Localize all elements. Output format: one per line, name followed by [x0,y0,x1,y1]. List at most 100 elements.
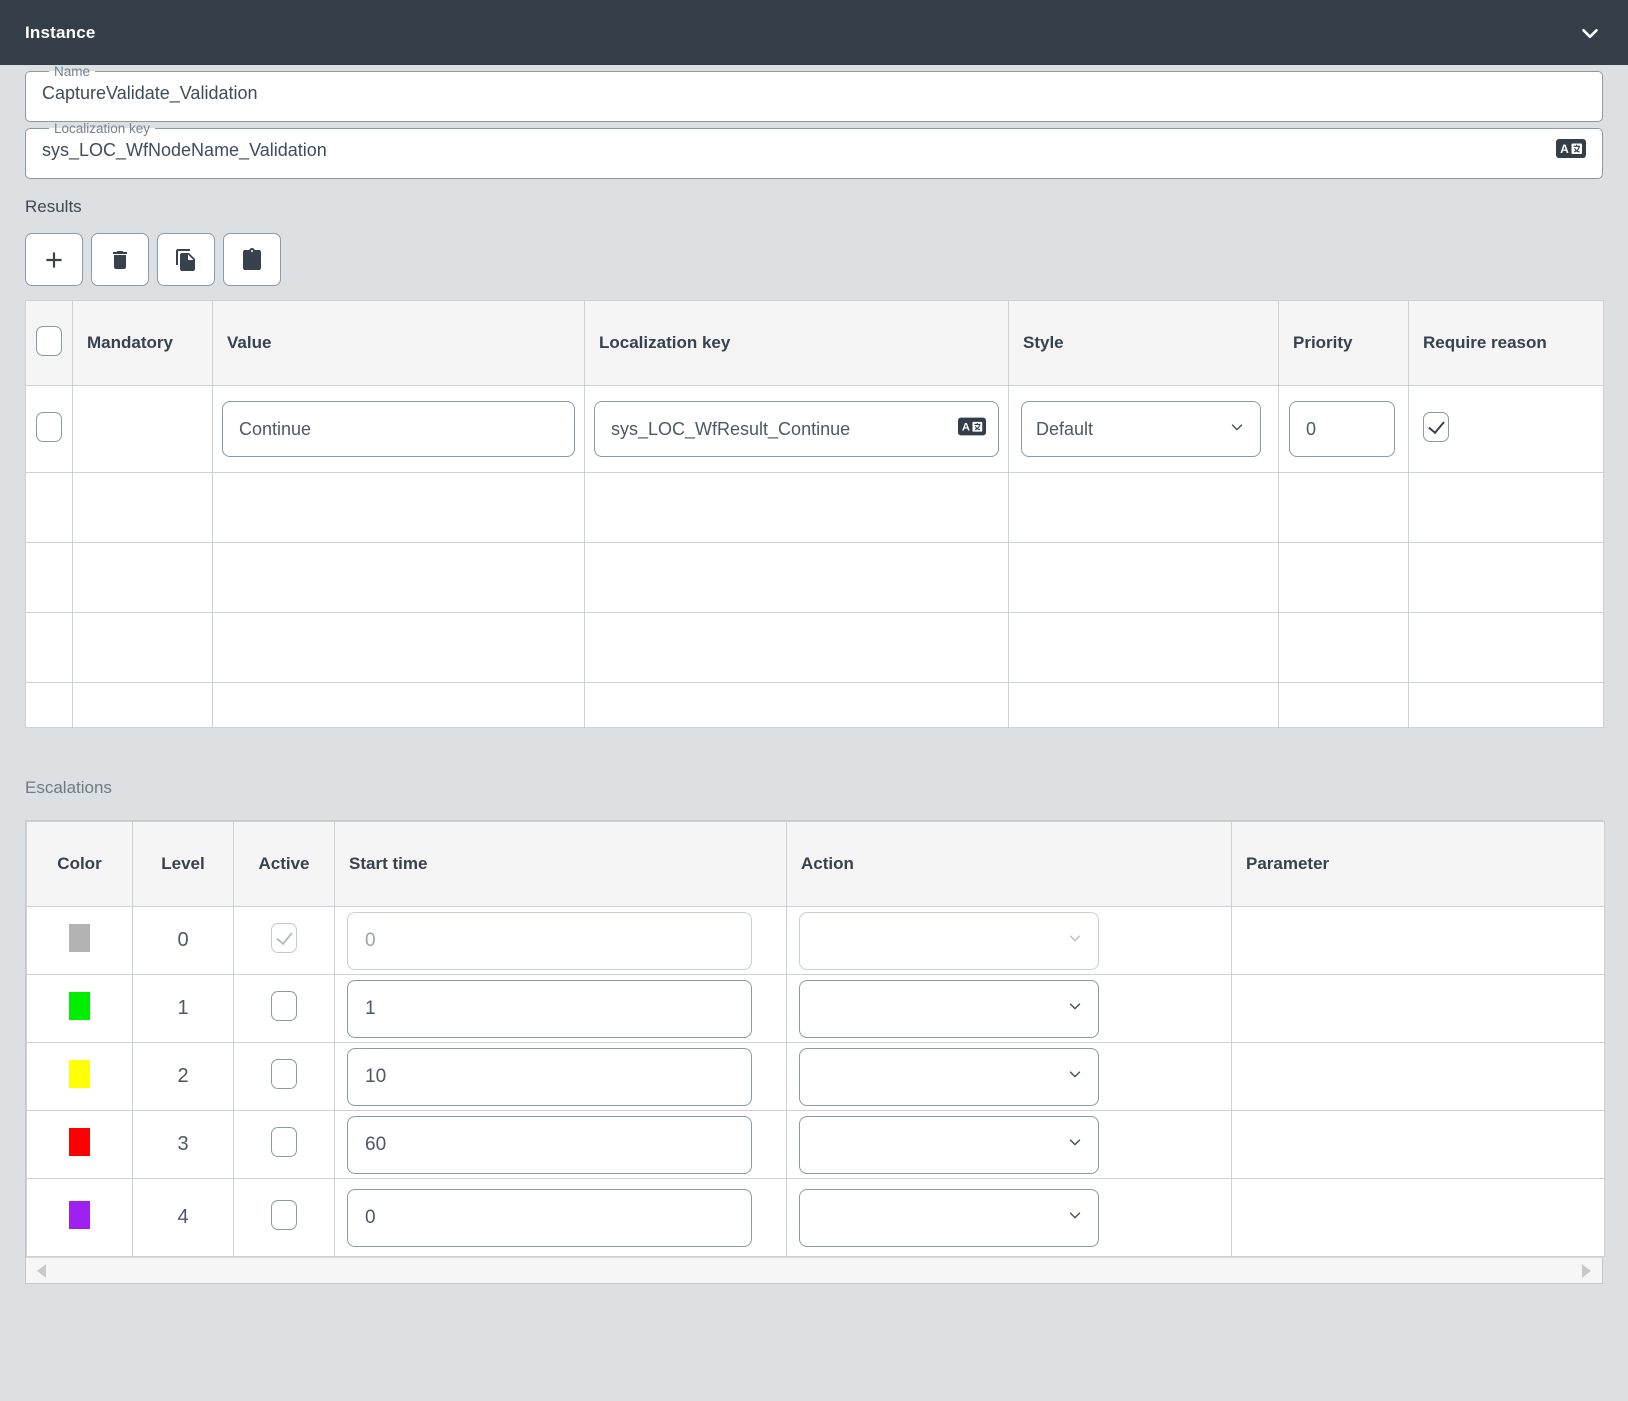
delete-icon [108,248,132,272]
escalations-table: Color Level Active Start time Action Par… [26,821,1605,1257]
add-button[interactable] [25,233,83,286]
escalation-row: 2 [27,1043,1605,1111]
escalation-level: 3 [177,1133,188,1155]
action-select[interactable] [799,1189,1099,1247]
escalation-row: 1 [27,975,1605,1043]
add-icon [41,247,67,273]
row-localization-key-input[interactable] [594,401,999,457]
escalation-color-swatch [69,1060,90,1088]
start-time-input[interactable] [347,980,752,1038]
active-checkbox[interactable] [271,1127,297,1157]
column-header-action: Action [787,822,1232,907]
escalation-color-swatch [69,992,90,1020]
svg-text:A: A [962,422,970,434]
column-header-localization-key: Localization key [585,301,1009,386]
escalation-row: 4 [27,1179,1605,1257]
escalation-level: 2 [177,1065,188,1087]
parameter-cell [1232,1111,1605,1179]
chevron-down-icon [1066,997,1084,1020]
style-select-value: Default [1036,419,1093,440]
escalation-color-swatch [69,924,90,952]
action-select[interactable] [799,980,1099,1038]
column-header-style: Style [1009,301,1279,386]
column-header-parameter: Parameter [1232,822,1605,907]
translate-icon: A [1556,139,1586,163]
table-row-empty [26,543,1604,613]
start-time-input[interactable] [347,1048,752,1106]
name-field-outline: Name [25,65,1603,122]
require-reason-checkbox[interactable] [1423,412,1449,442]
escalations-header-row: Color Level Active Start time Action Par… [27,822,1605,907]
action-select [799,912,1099,970]
row-select-checkbox[interactable] [36,412,62,442]
table-row-empty [26,683,1604,728]
table-row-empty [26,473,1604,543]
escalation-level: 4 [177,1206,188,1228]
escalation-color-swatch [69,1128,90,1156]
localization-key-input[interactable] [42,140,1556,161]
scroll-right-arrow-icon[interactable] [1582,1264,1591,1278]
results-header-row: Mandatory Value Localization key Style P… [26,301,1604,386]
column-header-priority: Priority [1279,301,1409,386]
panel-header: Instance [0,0,1628,65]
active-checkbox[interactable] [271,1200,297,1230]
chevron-down-icon [1066,1133,1084,1156]
parameter-cell [1232,975,1605,1043]
chevron-down-icon [1066,929,1084,952]
bottom-spacer [25,1284,1603,1326]
escalations-table-container: Color Level Active Start time Action Par… [25,820,1603,1284]
table-row-empty [26,613,1604,683]
value-input[interactable] [222,401,575,457]
name-input[interactable] [42,83,1586,104]
style-select[interactable]: Default [1021,401,1261,457]
escalation-level: 1 [177,997,188,1019]
select-all-checkbox[interactable] [36,326,62,356]
panel-content: Name Localization key A Results [0,65,1628,1326]
column-header-level: Level [133,822,234,907]
escalation-row: 0 [27,907,1605,975]
results-section-label: Results [25,197,1603,217]
results-toolbar [25,233,1603,286]
chevron-down-icon [1228,418,1246,441]
active-checkbox[interactable] [271,991,297,1021]
localization-key-field-label: Localization key [49,122,155,136]
column-header-mandatory: Mandatory [73,301,213,386]
horizontal-scrollbar[interactable] [26,1257,1602,1283]
parameter-cell [1232,1043,1605,1111]
escalation-row: 3 [27,1111,1605,1179]
escalation-color-swatch [69,1201,90,1229]
copy-icon [174,248,198,272]
panel-title: Instance [25,23,96,43]
parameter-cell [1232,1179,1605,1257]
parameter-cell [1232,907,1605,975]
column-header-color: Color [27,822,133,907]
priority-input[interactable] [1289,401,1395,457]
chevron-down-icon[interactable] [1577,20,1603,46]
start-time-input[interactable] [347,1189,752,1247]
column-header-start-time: Start time [335,822,787,907]
active-checkbox [271,923,297,953]
scroll-left-arrow-icon[interactable] [37,1264,46,1278]
paste-button[interactable] [223,233,281,286]
action-select[interactable] [799,1116,1099,1174]
result-row: A Default [26,386,1604,473]
chevron-down-icon [1066,1206,1084,1229]
chevron-down-icon [1066,1065,1084,1088]
svg-text:A: A [1560,142,1569,156]
column-header-active: Active [234,822,335,907]
escalations-section-label: Escalations [25,778,1603,798]
name-field-label: Name [49,65,95,79]
escalation-level: 0 [177,929,188,951]
mandatory-cell [73,386,213,473]
copy-button[interactable] [157,233,215,286]
localization-key-field-outline: Localization key A [25,122,1603,179]
paste-icon [240,248,264,272]
column-header-require-reason: Require reason [1409,301,1604,386]
start-time-input[interactable] [347,1116,752,1174]
active-checkbox[interactable] [271,1059,297,1089]
start-time-input [347,912,752,970]
action-select[interactable] [799,1048,1099,1106]
translate-icon: A [958,418,986,441]
delete-button[interactable] [91,233,149,286]
column-header-value: Value [213,301,585,386]
